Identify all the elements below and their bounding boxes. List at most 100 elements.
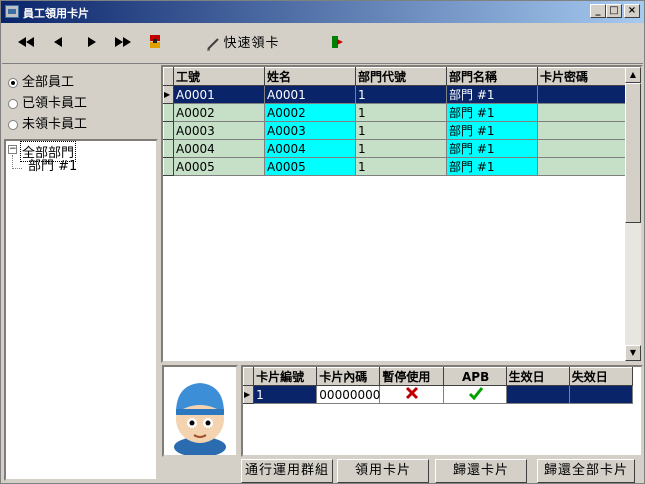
cell[interactable] xyxy=(537,157,628,176)
cell[interactable] xyxy=(568,385,634,404)
refresh-button[interactable] xyxy=(146,34,164,54)
last-record-button[interactable] xyxy=(110,34,136,54)
col-header[interactable]: 生效日 xyxy=(505,367,570,386)
filter-all[interactable]: 全部員工 xyxy=(8,71,75,90)
cell[interactable] xyxy=(537,85,628,104)
col-header[interactable]: 卡片密碼 xyxy=(537,67,628,86)
left-panel: 全部員工 已領卡員工 未領卡員工 − 全部部門 部門 #1 xyxy=(2,65,160,483)
cell[interactable]: 00000000 xyxy=(316,385,381,404)
cell[interactable]: 部門 #1 xyxy=(446,103,538,122)
filter-issued[interactable]: 已領卡員工 xyxy=(8,92,88,111)
filter-not-issued-label: 未領卡員工 xyxy=(22,117,88,132)
cell[interactable]: A0002 xyxy=(264,103,356,122)
department-tree: − 全部部門 部門 #1 xyxy=(4,139,158,481)
tree-node-dept[interactable]: 部門 #1 xyxy=(28,155,77,174)
scroll-down-icon[interactable]: ▼ xyxy=(625,345,641,361)
return-all-cards-button[interactable]: 歸還全部卡片 xyxy=(537,459,635,483)
action-bar: 通行運用群組 領用卡片 歸還卡片 歸還全部卡片 xyxy=(161,459,643,483)
filter-issued-label: 已領卡員工 xyxy=(22,96,88,111)
quick-issue-label: 快速領卡 xyxy=(223,36,280,51)
cell[interactable]: A0004 xyxy=(264,139,356,158)
radio-dot[interactable] xyxy=(8,98,18,109)
prev-record-button[interactable] xyxy=(48,34,68,54)
minimize-button[interactable]: _ xyxy=(590,4,606,18)
check-icon[interactable] xyxy=(468,386,484,401)
cell[interactable]: 1 xyxy=(355,103,447,122)
col-header[interactable]: APB xyxy=(442,367,507,386)
cell[interactable]: A0004 xyxy=(173,139,265,158)
col-header[interactable]: 姓名 xyxy=(264,67,356,86)
paused-cell[interactable] xyxy=(379,385,444,404)
col-header[interactable]: 失效日 xyxy=(568,367,634,386)
cell[interactable]: A0001 xyxy=(264,85,356,104)
row-indicator-icon: ▶ xyxy=(243,385,255,404)
row-indicator-icon: ▶ xyxy=(163,85,174,104)
cell[interactable]: 1 xyxy=(355,121,447,140)
cell[interactable]: 1 xyxy=(355,139,447,158)
issue-card-button[interactable]: 領用卡片 xyxy=(337,459,429,483)
filter-not-issued[interactable]: 未領卡員工 xyxy=(8,113,88,132)
table-row[interactable]: A0002 A0002 1 部門 #1 xyxy=(163,103,628,122)
radio-dot[interactable] xyxy=(8,77,18,88)
filter-all-label: 全部員工 xyxy=(22,75,75,90)
col-header[interactable]: 暫停使用 xyxy=(379,367,444,386)
cell[interactable]: A0001 xyxy=(173,85,265,104)
cell[interactable]: 部門 #1 xyxy=(446,85,538,104)
return-card-button[interactable]: 歸還卡片 xyxy=(435,459,527,483)
cell[interactable]: A0005 xyxy=(173,157,265,176)
prev-icon xyxy=(54,37,62,47)
next-icon xyxy=(88,37,96,47)
col-header[interactable]: 卡片內碼 xyxy=(316,367,381,386)
access-group-button[interactable]: 通行運用群組 xyxy=(241,459,333,483)
apb-cell[interactable] xyxy=(442,385,507,404)
next-record-button[interactable] xyxy=(82,34,102,54)
title-bar: 員工領用卡片 _ □ × xyxy=(1,1,644,23)
cell[interactable]: 1 xyxy=(355,157,447,176)
maximize-button[interactable]: □ xyxy=(606,4,622,18)
collapse-icon[interactable]: − xyxy=(8,145,17,154)
cell[interactable]: 1 xyxy=(355,85,447,104)
radio-dot[interactable] xyxy=(8,119,18,130)
cross-icon[interactable] xyxy=(405,386,419,400)
cell[interactable] xyxy=(505,385,570,404)
quick-issue-button[interactable]: 快速領卡 xyxy=(206,34,296,54)
close-button[interactable]: × xyxy=(624,4,640,18)
table-row[interactable]: A0004 A0004 1 部門 #1 xyxy=(163,139,628,158)
cell[interactable]: A0002 xyxy=(173,103,265,122)
table-row[interactable]: ▶ A0001 A0001 1 部門 #1 xyxy=(163,85,628,104)
cell[interactable]: A0003 xyxy=(173,121,265,140)
cell[interactable]: A0005 xyxy=(264,157,356,176)
cell[interactable] xyxy=(537,139,628,158)
main-window: 員工領用卡片 _ □ × 快速領卡 全部員工 已領卡員工 未領卡員工 − 全部部… xyxy=(0,0,645,484)
cell[interactable]: 1 xyxy=(253,385,318,404)
scroll-up-icon[interactable]: ▲ xyxy=(625,67,641,83)
col-header[interactable]: 工號 xyxy=(173,67,265,86)
exit-button[interactable] xyxy=(328,34,346,54)
employee-photo xyxy=(162,365,238,457)
avatar-icon xyxy=(174,383,226,457)
table-row[interactable]: A0005 A0005 1 部門 #1 xyxy=(163,157,628,176)
table-row[interactable]: A0003 A0003 1 部門 #1 xyxy=(163,121,628,140)
exit-icon xyxy=(332,36,343,48)
col-header[interactable]: 卡片編號 xyxy=(253,367,318,386)
card-grid: 卡片編號 卡片內碼 暫停使用 APB 生效日 失效日 ▶ 1 00000000 xyxy=(241,365,643,457)
vertical-scrollbar[interactable]: ▲ ▼ xyxy=(625,67,641,361)
pen-icon xyxy=(207,38,219,51)
cell[interactable] xyxy=(537,103,628,122)
employee-filter: 全部員工 已領卡員工 未領卡員工 xyxy=(4,67,158,137)
window-title: 員工領用卡片 xyxy=(23,7,89,20)
cell[interactable]: A0003 xyxy=(264,121,356,140)
cell[interactable]: 部門 #1 xyxy=(446,157,538,176)
first-record-button[interactable] xyxy=(14,34,38,54)
cell[interactable]: 部門 #1 xyxy=(446,121,538,140)
cell[interactable]: 部門 #1 xyxy=(446,139,538,158)
first-icon xyxy=(18,37,34,47)
cell[interactable] xyxy=(537,121,628,140)
last-icon xyxy=(115,37,131,47)
toolbar: 快速領卡 xyxy=(2,24,643,64)
scroll-thumb[interactable] xyxy=(625,83,641,223)
col-header[interactable]: 部門名稱 xyxy=(446,67,538,86)
col-header[interactable]: 部門代號 xyxy=(355,67,447,86)
table-row[interactable]: ▶ 1 00000000 xyxy=(243,385,634,404)
app-icon xyxy=(5,5,19,18)
